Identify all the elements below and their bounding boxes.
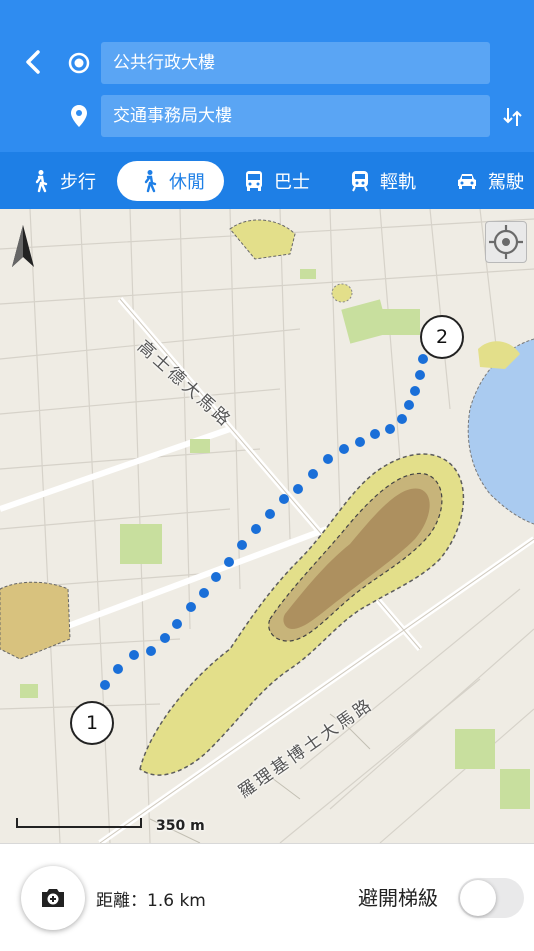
mode-tab-leisure[interactable]: 休閒 [117,161,224,201]
swap-arrows-icon[interactable] [498,102,528,132]
scale-label: 350 m [156,818,205,834]
transport-mode-bar: 步行 休閒 巴士 輕軌 駕駛 [0,152,534,209]
origin-circle-icon [68,52,90,74]
camera-button[interactable] [21,866,85,930]
mode-tab-label: 步行 [60,172,96,193]
route-map[interactable]: 高士德大馬路 羅理基博士大馬路 1 2 350 m [0,209,534,843]
scale-bar [16,818,142,828]
origin-input[interactable]: 公共行政大樓 [101,42,490,84]
toggle-knob [460,880,496,916]
leisure-walk-icon [144,170,157,193]
mode-tab-label: 休閒 [169,172,205,193]
mode-tab-walk[interactable]: 步行 [30,161,96,201]
mode-tab-label: 巴士 [274,172,310,193]
route-end-marker[interactable]: 2 [420,315,464,359]
destination-input[interactable]: 交通事務局大樓 [101,95,490,137]
bus-icon [246,171,262,191]
route-start-marker[interactable]: 1 [70,701,114,745]
destination-pin-icon [71,105,87,127]
walk-icon [35,170,48,193]
mode-tab-drive[interactable]: 駕駛 [456,161,524,201]
crosshair-icon [489,225,523,259]
car-icon [458,174,476,189]
camera-plus-icon [42,889,64,907]
mode-tab-light-rail[interactable]: 輕軌 [350,161,416,201]
avoid-stairs-toggle[interactable] [458,878,524,918]
light-rail-icon [352,171,368,192]
mode-tab-label: 駕駛 [488,172,524,193]
route-header: 公共行政大樓 交通事務局大樓 [0,0,534,152]
route-distance: 距離：1.6 km [96,891,206,911]
mode-tab-label: 輕軌 [380,172,416,193]
back-arrow-icon[interactable] [18,46,50,78]
locate-me-button[interactable] [485,221,527,263]
mode-tab-bus[interactable]: 巴士 [244,161,310,201]
avoid-stairs-label: 避開梯級 [358,886,438,910]
map-base-layer [0,209,534,843]
route-footer: 距離：1.6 km 避開梯級 [0,843,534,951]
north-arrow-icon[interactable] [8,219,38,275]
